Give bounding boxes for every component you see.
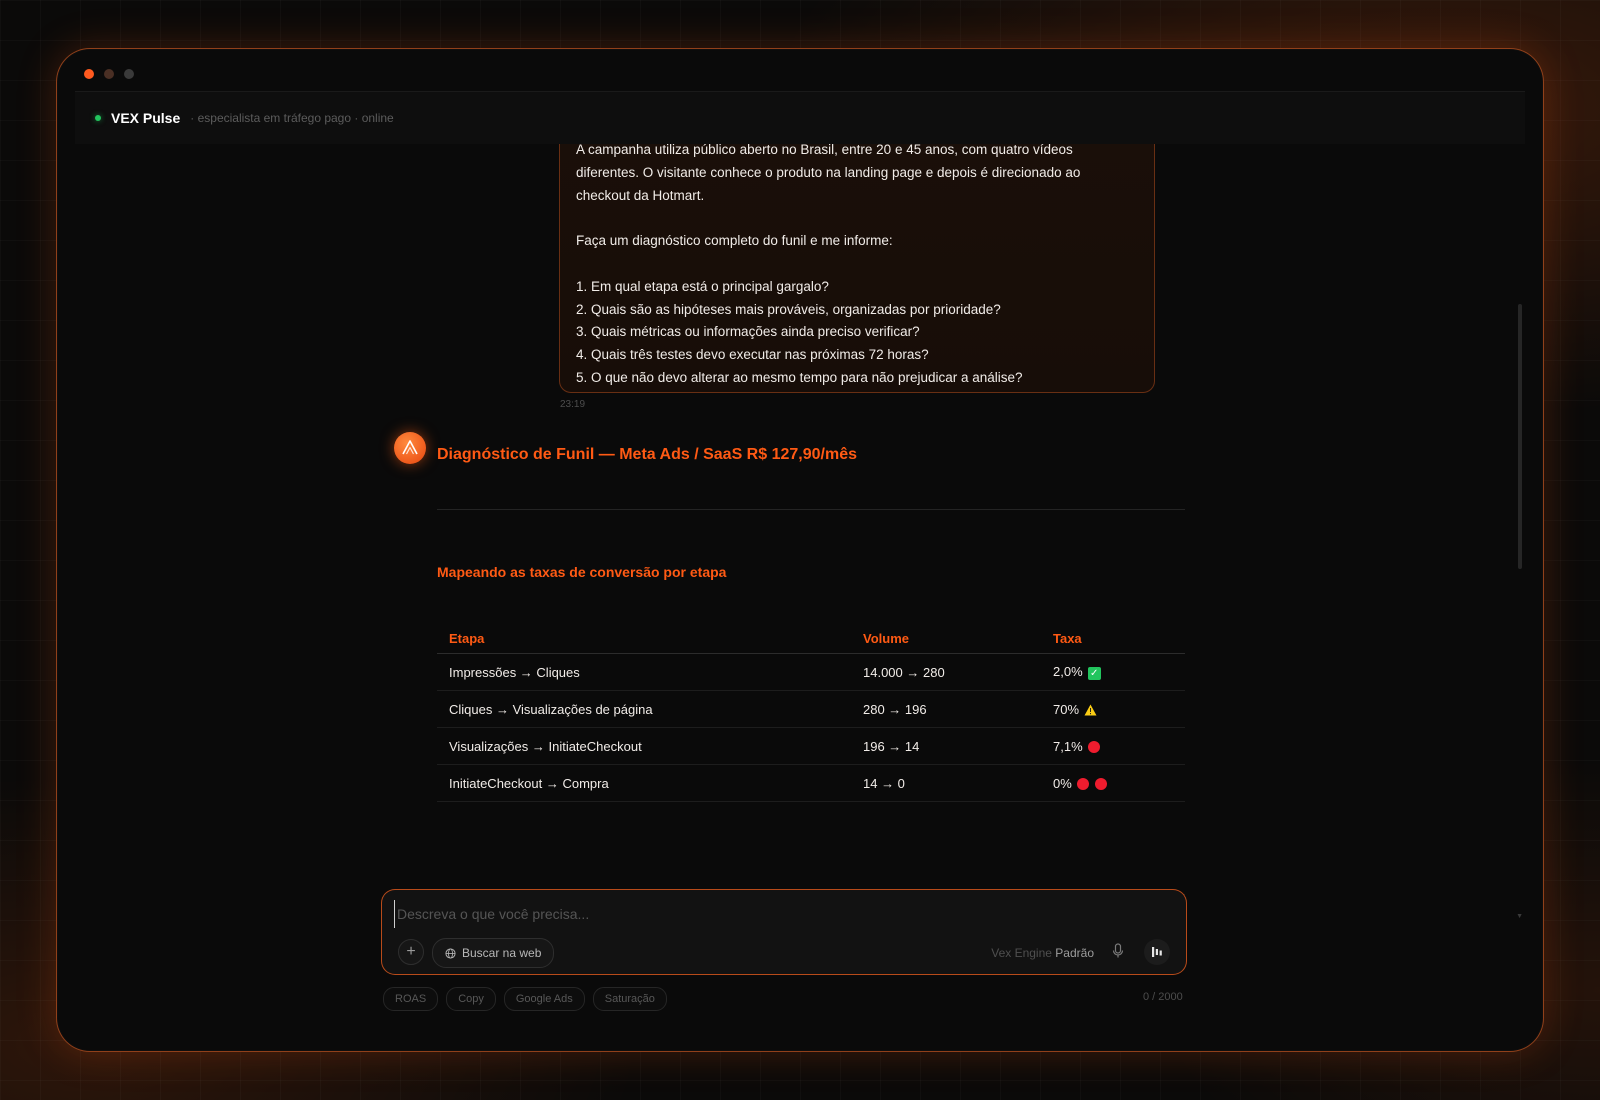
chip-roas[interactable]: ROAS — [383, 987, 439, 1011]
cell-etapa: Impressões → Cliques — [437, 653, 851, 691]
cell-taxa: 2,0% ✓ — [1041, 653, 1185, 691]
chat-area[interactable]: A campanha utiliza público aberto no Bra… — [75, 144, 1525, 932]
taxa-value: 0% — [1053, 775, 1072, 791]
message-input[interactable] — [394, 900, 959, 928]
table-row: InitiateCheckout → Compra 14 → 0 0% — [437, 764, 1185, 802]
engine-selector[interactable]: Vex Engine Padrão — [991, 946, 1094, 960]
taxa-value: 2,0% — [1053, 664, 1083, 680]
message-line: A campanha utiliza público aberto no Bra… — [576, 144, 1073, 157]
online-status-icon — [95, 115, 101, 121]
assistant-avatar — [394, 432, 426, 464]
vex-logo-icon — [402, 440, 418, 455]
chat-scrollbar[interactable] — [1518, 304, 1522, 569]
red-circle-icon — [1076, 778, 1089, 791]
message-line: 3. Quais métricas ou informações ainda p… — [576, 324, 920, 340]
red-circle-icon — [1087, 741, 1100, 754]
header-subtitle: · especialista em tráfego pago · online — [190, 111, 394, 125]
divider — [437, 509, 1185, 510]
message-line: Faça um diagnóstico completo do funil e … — [576, 233, 893, 249]
taxa-value: 7,1% — [1053, 738, 1083, 754]
chip-google-ads[interactable]: Google Ads — [503, 987, 585, 1011]
cell-etapa: Visualizações → InitiateCheckout — [437, 727, 851, 765]
cell-etapa: InitiateCheckout → Compra — [437, 764, 851, 802]
char-counter: 0 / 2000 — [1143, 991, 1183, 1003]
scroll-down-icon[interactable]: ▼ — [1516, 913, 1523, 920]
engine-label: Vex Engine — [991, 946, 1052, 960]
message-line: 2. Quais são as hipóteses mais prováveis… — [576, 301, 1001, 317]
cell-volume: 280 → 196 — [851, 690, 1041, 728]
message-line: 5. O que não devo alterar ao mesmo tempo… — [576, 369, 1023, 385]
app-name: VEX Pulse — [111, 110, 181, 126]
chip-copy[interactable]: Copy — [446, 987, 496, 1011]
taxa-value: 70% — [1053, 701, 1080, 717]
microphone-icon[interactable] — [1112, 943, 1124, 959]
cell-taxa: 70% — [1041, 690, 1185, 728]
cell-volume: 14.000 → 280 — [851, 653, 1041, 691]
section-title: Mapeando as taxas de conversão por etapa — [437, 564, 727, 580]
maximize-window-button[interactable] — [124, 69, 134, 79]
check-icon: ✓ — [1087, 666, 1101, 680]
app-window: VEX Pulse · especialista em tráfego pago… — [56, 48, 1544, 1052]
funnel-table: Etapa Volume Taxa Impressões → Cliques 1… — [437, 623, 1185, 802]
composer: + Buscar na web Vex Engine Padrão — [381, 889, 1187, 975]
table-row: Cliques → Visualizações de página 280 → … — [437, 690, 1185, 728]
engine-value: Padrão — [1055, 946, 1094, 960]
user-message-bubble: A campanha utiliza público aberto no Bra… — [559, 144, 1155, 393]
column-header-taxa: Taxa — [1041, 623, 1185, 654]
cell-taxa: 0% — [1041, 764, 1185, 802]
table-header-row: Etapa Volume Taxa — [437, 623, 1185, 654]
message-line: 1. Em qual etapa está o principal gargal… — [576, 278, 829, 294]
globe-icon — [445, 947, 456, 959]
voice-mode-button[interactable] — [1144, 939, 1170, 965]
cell-volume: 196 → 14 — [851, 727, 1041, 765]
message-timestamp: 23:19 — [560, 399, 586, 410]
add-attachment-button[interactable]: + — [398, 939, 424, 965]
cell-etapa: Cliques → Visualizações de página — [437, 690, 851, 728]
audio-bars-icon — [1152, 947, 1162, 957]
red-circle-icon — [1094, 778, 1107, 791]
window-controls — [84, 69, 134, 79]
chip-saturacao[interactable]: Saturação — [592, 987, 667, 1011]
column-header-volume: Volume — [851, 623, 1041, 654]
cell-taxa: 7,1% — [1041, 727, 1185, 765]
chat-header: VEX Pulse · especialista em tráfego pago… — [75, 91, 1525, 145]
quick-chips: ROAS Copy Google Ads Saturação — [383, 987, 667, 1011]
web-search-label: Buscar na web — [462, 946, 542, 960]
web-search-button[interactable]: Buscar na web — [432, 938, 555, 968]
cell-volume: 14 → 0 — [851, 764, 1041, 802]
close-window-button[interactable] — [84, 69, 94, 79]
message-line: checkout da Hotmart. — [576, 187, 705, 203]
minimize-window-button[interactable] — [104, 69, 114, 79]
message-line: 4. Quais três testes devo executar nas p… — [576, 347, 929, 363]
message-line: diferentes. O visitante conhece o produt… — [576, 164, 1081, 180]
column-header-etapa: Etapa — [437, 623, 851, 654]
response-title: Diagnóstico de Funil — Meta Ads / SaaS R… — [437, 446, 857, 463]
table-row: Visualizações → InitiateCheckout 196 → 1… — [437, 727, 1185, 765]
warning-icon — [1084, 704, 1097, 716]
table-row: Impressões → Cliques 14.000 → 280 2,0% ✓ — [437, 653, 1185, 691]
